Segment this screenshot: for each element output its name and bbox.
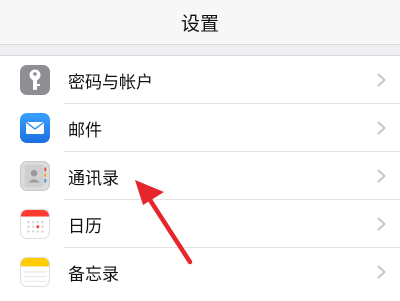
settings-row-passwords-accounts[interactable]: 密码与帐户	[0, 56, 400, 104]
key-icon	[20, 65, 50, 95]
page-title: 设置	[180, 12, 219, 35]
chevron-right-icon	[377, 121, 386, 135]
calendar-icon	[20, 209, 50, 239]
chevron-right-icon	[377, 73, 386, 87]
settings-row-contacts[interactable]: 通讯录	[0, 152, 400, 200]
group-spacer	[0, 45, 400, 55]
contacts-icon	[20, 161, 50, 191]
settings-row-calendar[interactable]: 日历	[0, 200, 400, 248]
chevron-right-icon	[377, 169, 386, 183]
settings-row-mail[interactable]: 邮件	[0, 104, 400, 152]
settings-row-label: 日历	[68, 216, 102, 237]
settings-row-label: 邮件	[68, 120, 102, 141]
settings-row-notes[interactable]: 备忘录	[0, 248, 400, 296]
navigation-bar: 设置	[0, 0, 400, 45]
mail-icon	[20, 113, 50, 143]
settings-row-label: 密码与帐户	[68, 72, 153, 93]
settings-row-label: 备忘录	[68, 264, 119, 285]
settings-row-label: 通讯录	[68, 168, 119, 189]
chevron-right-icon	[377, 265, 386, 279]
settings-list: 密码与帐户 邮件 通讯录 日历 备忘录	[0, 55, 400, 301]
chevron-right-icon	[377, 217, 386, 231]
notes-icon	[20, 257, 50, 287]
